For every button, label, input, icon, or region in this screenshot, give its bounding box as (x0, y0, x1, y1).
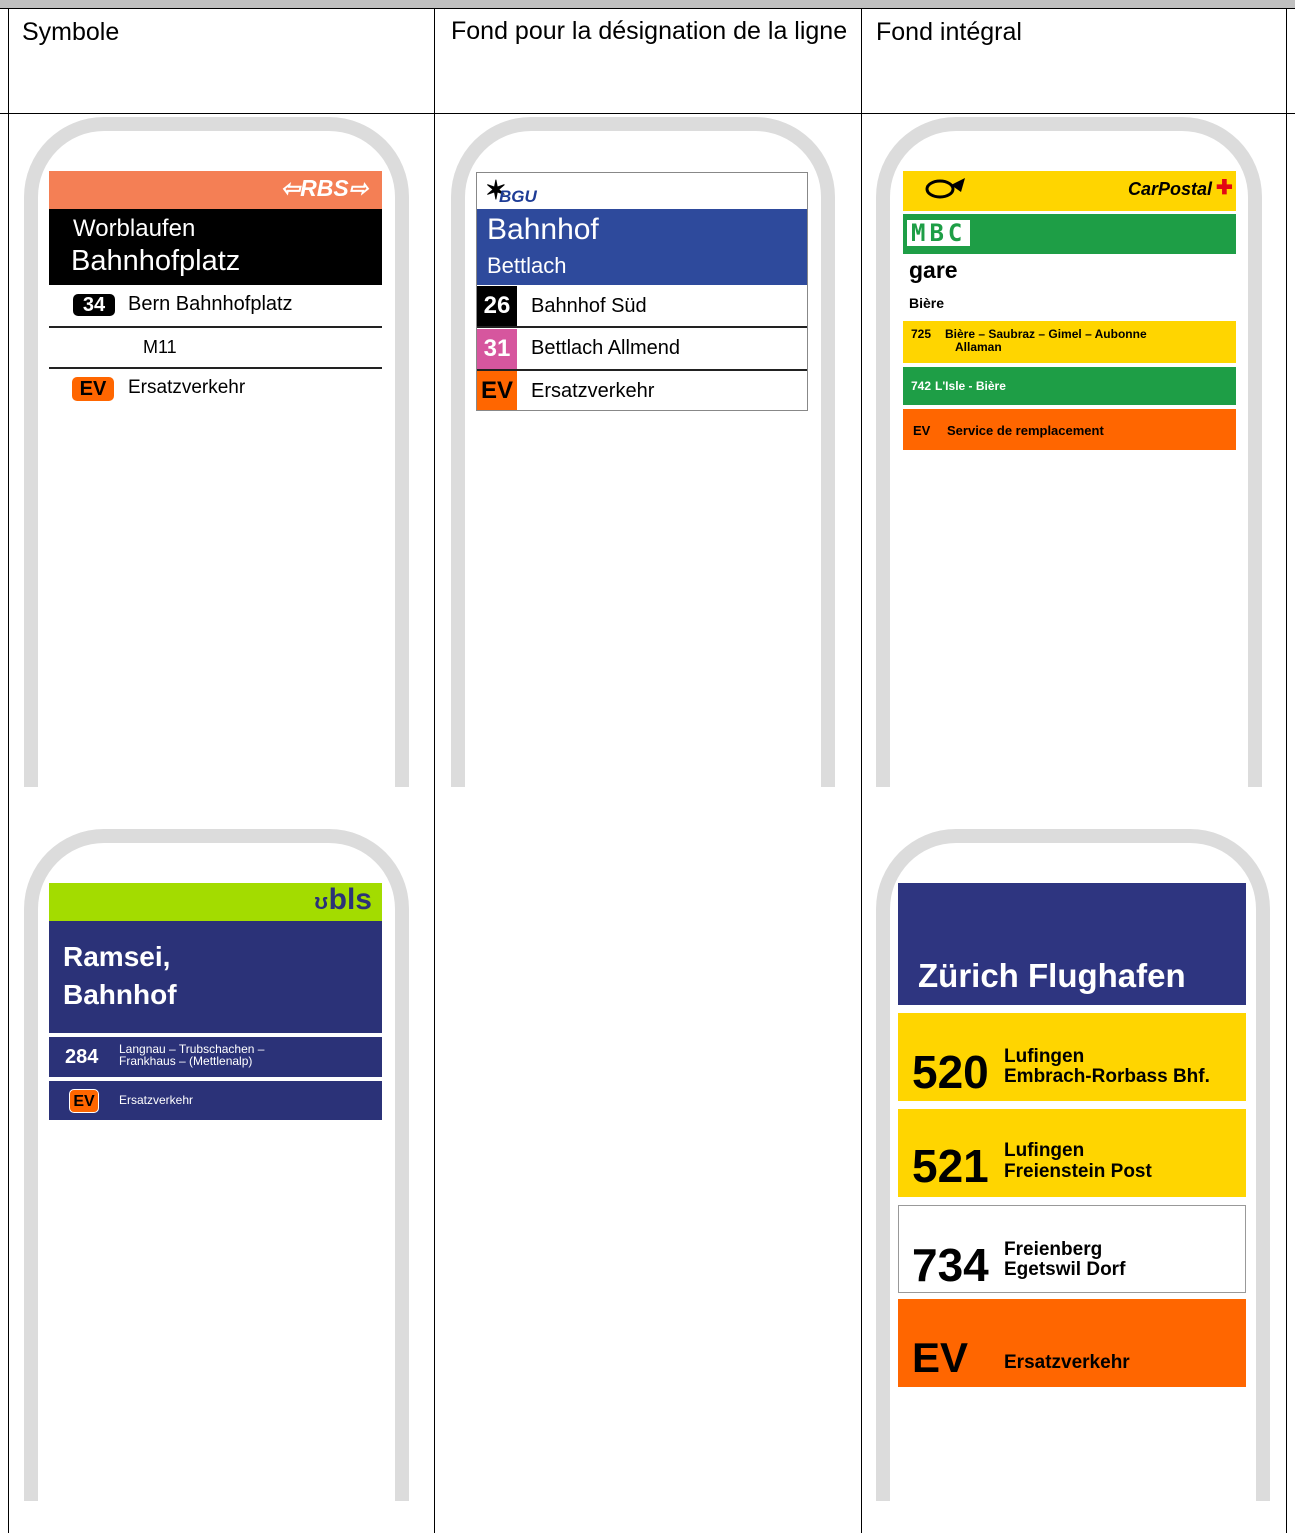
mbc-logo: MBC (907, 220, 971, 246)
ev-label: EV (912, 1334, 969, 1381)
bgu-sign-panel: ✶ BGU Bahnhof Bettlach 26 Bahnhof Süd 31… (476, 172, 808, 411)
carpostal-logo: CarPostal (1127, 179, 1212, 199)
row-destination-2: Freienstein Post (1004, 1161, 1152, 1182)
bls-row-ev: EV Ersatzverkehr (49, 1081, 382, 1120)
row-divider (49, 326, 382, 328)
row-destination: L'Isle - Bière (935, 379, 1006, 393)
rbs-row-destination: Ersatzverkehr (128, 377, 246, 398)
row-destination: Service de remplacement (947, 423, 1104, 438)
line-number: 742 (911, 379, 932, 393)
bgu-logo: BGU (499, 187, 537, 206)
zvv-stop-name: Zürich Flughafen (918, 957, 1186, 994)
ev-square: EV (477, 371, 517, 410)
table-border-col1 (434, 8, 435, 1533)
table-header-separator (0, 113, 1295, 114)
bgu-line-square: 26 (477, 286, 517, 326)
zvv-sign-panel: Zürich Flughafen 520 Lufingen Embrach-Ro… (898, 883, 1246, 1388)
row-destination: Bière – Saubraz – Gimel – Aubonne (945, 327, 1147, 341)
bgu-stop-line2: Bettlach (487, 253, 567, 278)
ev-label: EV (913, 423, 931, 438)
row-destination: Ersatzverkehr (119, 1093, 194, 1107)
rbs-stop-name-band: Worblaufen Bahnhofplatz (49, 209, 382, 285)
mbc-logo-band: MBC (903, 214, 1236, 254)
posthorn-icon (925, 178, 965, 199)
bgu-line-square: 31 (477, 329, 517, 369)
zvv-row-521: 521 Lufingen Freienstein Post (898, 1109, 1246, 1197)
table-border-left (8, 8, 9, 1533)
row-destination-2: Embrach-Rorbass Bhf. (1004, 1066, 1210, 1087)
row-destination: Lufingen (1004, 1140, 1085, 1161)
line-number: 725 (911, 327, 932, 341)
bgu-row-destination: Bettlach Allmend (531, 337, 680, 359)
row-destination-2: Egetswil Dorf (1004, 1259, 1126, 1280)
zvv-row-734: 734 Freienberg Egetswil Dorf (898, 1205, 1246, 1293)
ev-badge: EV (69, 1089, 99, 1113)
zvv-row-ev: EV Ersatzverkehr (898, 1299, 1246, 1387)
bls-emblem-icon: ʊ (314, 889, 328, 914)
table-top-border (0, 0, 1295, 9)
rbs-row-destination: Bern Bahnhofplatz (128, 293, 293, 315)
column-header-fond-integral: Fond intégral (876, 18, 1022, 46)
bls-row-284: 284 Langnau – Trubschachen – Frankhaus –… (49, 1037, 382, 1077)
bls-stop-line2: Bahnhof (63, 979, 177, 1010)
row-destination: Lufingen (1004, 1046, 1085, 1067)
row-divider (49, 367, 382, 369)
bls-stop-line1: Ramsei, (63, 941, 171, 972)
rbs-stop-line2: Bahnhofplatz (71, 245, 241, 277)
rbs-row-destination: M11 (143, 337, 177, 357)
rbs-header-band: ⇦RBS⇨ (49, 171, 382, 209)
carpostal-stop-line1: gare (909, 257, 958, 283)
bgu-row-destination: Bahnhof Süd (531, 295, 647, 317)
table-border-right (1286, 8, 1287, 1533)
rbs-line-badge: 34 (73, 294, 115, 316)
carpostal-row-725: 725 Bière – Saubraz – Gimel – Aubonne Al… (903, 321, 1236, 363)
rbs-sign-panel: ⇦RBS⇨ Worblaufen Bahnhofplatz 34 Bern Ba… (49, 171, 382, 408)
carpostal-sign-panel: CarPostal ✚ MBC gare Bière 725 Bière – S… (903, 171, 1236, 450)
rbs-stop-line1: Worblaufen (73, 215, 196, 242)
column-header-symbole: Symbole (22, 18, 120, 46)
bgu-stop-line1: Bahnhof (487, 213, 599, 246)
bls-logo: bls (328, 883, 372, 916)
carpostal-row-ev: EV Service de remplacement (903, 409, 1236, 450)
column-header-fond-ligne: Fond pour la désignation de la ligne (451, 17, 848, 45)
zvv-row-520: 520 Lufingen Embrach-Rorbass Bhf. (898, 1013, 1246, 1101)
row-destination: Freienberg (1004, 1239, 1103, 1260)
swiss-cross-icon: ✚ (1216, 177, 1233, 199)
rbs-logo: ⇦RBS⇨ (280, 175, 368, 201)
bgu-stop-name-band: Bahnhof Bettlach (477, 209, 807, 285)
line-number: 520 (912, 1046, 989, 1098)
row-destination: Ersatzverkehr (1004, 1352, 1130, 1373)
table-border-col2 (861, 8, 862, 1533)
line-number: 521 (912, 1140, 989, 1192)
row-divider (477, 326, 807, 328)
row-destination-2: Allaman (955, 340, 1002, 354)
row-destination-2: Frankhaus – (Mettlenalp) (119, 1054, 253, 1068)
line-number: 734 (912, 1239, 989, 1291)
bls-stop-name-band: Ramsei, Bahnhof (49, 921, 382, 1033)
row-divider (477, 369, 807, 371)
zvv-stop-name-band: Zürich Flughafen (898, 883, 1246, 1005)
carpostal-stop-line2: Bière (909, 295, 945, 311)
bls-header-band: ʊ bls (49, 883, 382, 921)
bls-sign-panel: ʊ bls Ramsei, Bahnhof 284 Langnau – Trub… (49, 883, 382, 1120)
line-number: 284 (65, 1046, 99, 1068)
bgu-row-destination: Ersatzverkehr (531, 380, 655, 402)
carpostal-header-band: CarPostal ✚ (903, 171, 1236, 211)
ev-badge: EV (72, 377, 114, 401)
carpostal-row-742: 742 L'Isle - Bière (903, 367, 1236, 405)
